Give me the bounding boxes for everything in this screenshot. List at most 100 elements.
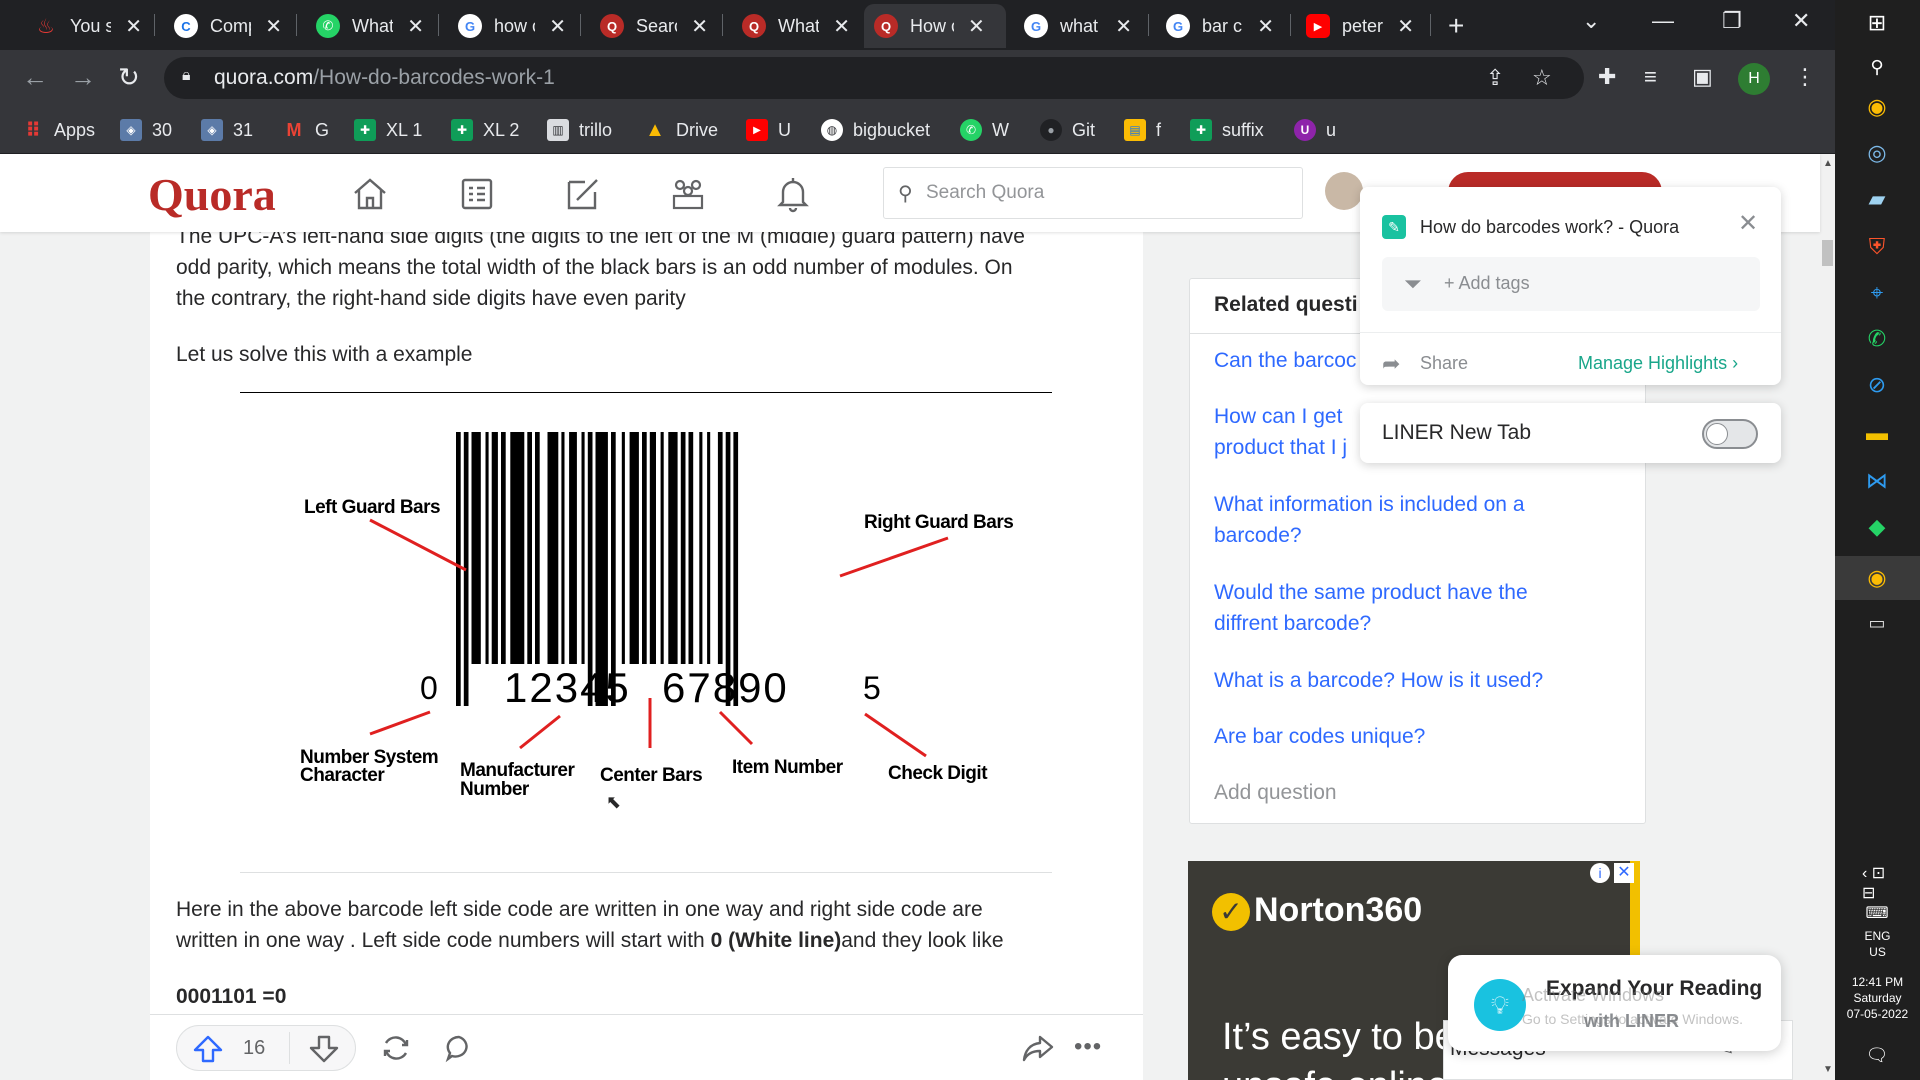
file-icon[interactable]: ▰ [1862,184,1892,214]
bookmark-git[interactable]: ● Git [1040,114,1095,146]
whatsapp-icon[interactable]: ✆ [1862,324,1892,354]
clock-time[interactable]: 12:41 PM [1835,974,1920,990]
bookmark-w[interactable]: ✆ W [960,114,1009,146]
tab-4[interactable]: G how c ✕ [448,4,576,48]
more-options-icon[interactable]: ••• [1074,1033,1102,1061]
manage-highlights-link[interactable]: Manage Highlights › [1578,353,1738,374]
liner-newtab-toggle[interactable] [1702,419,1758,449]
close-icon[interactable]: ✕ [1115,14,1132,39]
menu-kebab-icon[interactable]: ⋮ [1794,64,1816,90]
tab-9[interactable]: G bar c ✕ [1156,4,1284,48]
close-icon[interactable]: ✕ [407,14,424,39]
close-icon[interactable]: ✕ [1738,209,1758,238]
close-icon[interactable]: ✕ [549,14,566,39]
clock-day[interactable]: Saturday [1835,990,1920,1006]
close-icon[interactable]: ✕ [968,14,985,39]
upvote-icon[interactable] [193,1035,223,1063]
close-icon[interactable]: ✕ [1397,14,1414,39]
close-icon[interactable]: ✕ [691,14,708,39]
app-icon[interactable]: ◎ [1862,138,1892,168]
notifications-bell-icon[interactable] [773,174,813,214]
profile-avatar[interactable]: H [1738,63,1770,95]
restore-button[interactable]: ❐ [1722,8,1742,34]
bookmark-drive[interactable]: ▲ Drive [644,114,718,146]
maps-icon[interactable]: ⌖ [1862,278,1892,308]
liner-expand-toast[interactable]: 💡︎ Expand Your Reading with LINER Activa… [1448,955,1781,1051]
liner-add-tags[interactable]: ⏷ + Add tags [1382,257,1760,311]
language-region[interactable]: US [1835,944,1920,960]
close-icon[interactable]: ✕ [125,14,142,39]
related-question-link[interactable]: diffrent barcode? [1214,608,1574,639]
tab-search-icon[interactable]: ⌄ [1582,8,1600,34]
related-question-link[interactable]: Are bar codes unique? [1214,721,1574,752]
ad-close-icon[interactable]: ✕ [1614,863,1634,883]
notification-center-icon[interactable]: 🗨︎ [1862,1040,1892,1070]
tab-8[interactable]: G what ✕ [1014,4,1142,48]
add-question-link[interactable]: Add question [1214,781,1337,805]
bookmark-star-icon[interactable]: ☆ [1532,65,1552,91]
bookmark-xl1[interactable]: ✚ XL 1 [354,114,422,146]
bookmark-30[interactable]: ◈ 30 [120,114,172,146]
media-control-icon[interactable]: ≡ [1644,64,1657,90]
bookmark-apps[interactable]: ⠿ Apps [22,114,95,146]
following-icon[interactable] [457,174,497,214]
share-reload-icon[interactable] [380,1033,412,1063]
chrome-profile-icon[interactable]: ◉ [1862,563,1892,593]
minimize-button[interactable]: — [1652,8,1674,34]
bookmark-trillo[interactable]: ▥ trillo [547,114,612,146]
user-avatar[interactable] [1325,172,1363,210]
bookmark-gmail[interactable]: MG [283,114,330,146]
chrome-icon[interactable]: ◉ [1862,92,1892,122]
search-input[interactable]: ⚲ Search Quora [883,167,1303,219]
new-tab-button[interactable]: + [1448,10,1464,42]
language-code[interactable]: ENG [1835,928,1920,944]
quora-logo[interactable]: Quora [148,168,276,221]
bookmark-suffix[interactable]: ✚ suffix [1190,114,1264,146]
windows-start-icon[interactable]: ⊞ [1862,8,1892,38]
close-window-button[interactable]: ✕ [1792,8,1810,34]
close-icon[interactable]: ✕ [265,14,282,39]
bookmark-31[interactable]: ◈ 31 [201,114,253,146]
scrollbar-thumb[interactable] [1822,240,1833,266]
scroll-down-arrow-icon[interactable]: ▼ [1823,1064,1833,1075]
forward-icon[interactable]: → [70,62,96,93]
search-icon[interactable]: ⚲ [1862,52,1892,82]
tab-1[interactable]: ♨ You s ✕ [24,4,152,48]
address-bar[interactable]: 🔒︎ quora.com/How-do-barcodes-work-1 ⇪ ☆ [164,57,1584,99]
brave-icon[interactable]: ⛨ [1862,232,1892,262]
related-question-link[interactable]: Would the same product have the [1214,577,1574,608]
chat-icon[interactable]: ◆ [1862,512,1892,542]
share-arrow-icon[interactable] [1022,1033,1054,1063]
related-question-link[interactable]: What is a barcode? How is it used? [1214,665,1574,696]
spaces-icon[interactable] [668,174,708,214]
bookmark-u2[interactable]: Uu [1294,114,1336,146]
bookmark-bigbucket[interactable]: ◍ bigbucket [821,114,930,146]
tab-3[interactable]: ✆ What ✕ [306,4,434,48]
reload-icon[interactable]: ↻ [118,62,140,93]
extensions-icon[interactable]: ✚ [1598,64,1616,90]
tab-5[interactable]: Q Searc ✕ [590,4,718,48]
scroll-up-arrow-icon[interactable]: ▲ [1823,158,1833,169]
answer-edit-icon[interactable] [563,174,603,214]
related-question-link[interactable]: barcode? [1214,520,1574,551]
compass-icon[interactable]: ⊘ [1862,370,1892,400]
folder-icon[interactable]: ▬ [1862,418,1892,448]
close-icon[interactable]: ✕ [833,14,850,39]
close-icon[interactable]: ✕ [1257,14,1274,39]
share-page-icon[interactable]: ⇪ [1486,65,1504,91]
clock-date[interactable]: 07-05-2022 [1835,1006,1920,1022]
bookmark-xl2[interactable]: ✚ XL 2 [451,114,519,146]
page-scrollbar[interactable]: ▲ ▼ [1820,154,1835,1080]
back-icon[interactable]: ← [22,62,48,93]
tab-6[interactable]: Q What ✕ [732,4,860,48]
related-question-link[interactable]: What information is included on a [1214,489,1574,520]
liner-share-button[interactable]: Share [1420,353,1468,374]
tab-10[interactable]: ▶ peter ✕ [1296,4,1424,48]
side-panel-icon[interactable]: ▣ [1692,64,1713,90]
comment-icon[interactable] [444,1033,474,1063]
bookmark-u[interactable]: ▶ U [746,114,791,146]
home-icon[interactable] [350,174,390,214]
terminal-icon[interactable]: ▭ [1862,608,1892,638]
downvote-icon[interactable] [309,1035,339,1063]
tray-chevron-icon[interactable]: ‹ ⊡ ⊟ [1862,865,1892,902]
